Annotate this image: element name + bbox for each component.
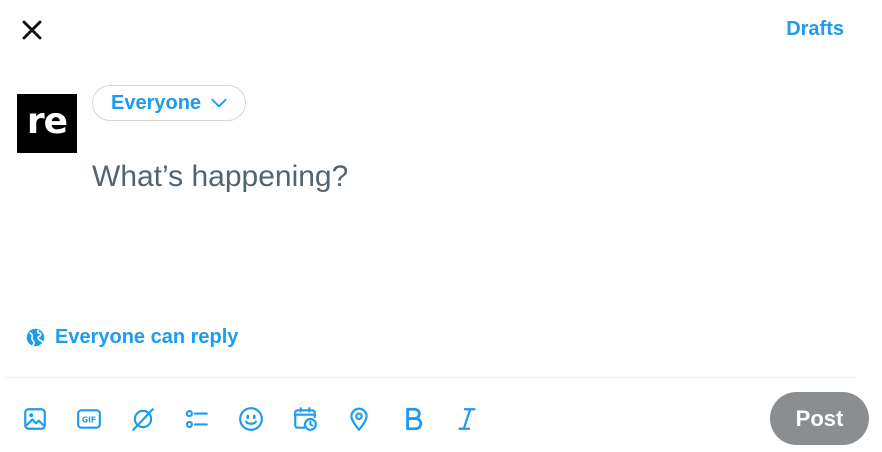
compose-toolbar: GIF (14, 398, 500, 440)
close-icon (22, 20, 42, 40)
emoji-button[interactable] (230, 398, 272, 440)
close-button[interactable] (16, 14, 48, 46)
gif-button[interactable]: GIF (68, 398, 110, 440)
schedule-icon (294, 407, 317, 431)
media-button[interactable] (14, 398, 56, 440)
reply-setting-label: Everyone can reply (55, 326, 239, 348)
location-button[interactable] (338, 398, 380, 440)
emoji-icon (239, 407, 263, 431)
bold-icon (406, 407, 423, 431)
reply-setting-button[interactable]: Everyone can reply (25, 326, 238, 349)
schedule-button[interactable] (284, 398, 326, 440)
grok-button[interactable] (122, 398, 164, 440)
bold-button[interactable] (392, 398, 434, 440)
drafts-button[interactable]: Drafts (786, 18, 844, 41)
compose-input[interactable] (92, 156, 832, 284)
post-button[interactable]: Post (770, 392, 869, 445)
chevron-down-icon (211, 98, 227, 108)
gif-icon: GIF (77, 409, 101, 429)
italic-button[interactable] (446, 398, 488, 440)
italic-icon (458, 408, 476, 430)
grok-icon (132, 408, 154, 431)
poll-icon (185, 410, 208, 428)
svg-text:GIF: GIF (82, 415, 96, 424)
divider (4, 377, 856, 378)
globe-icon (26, 328, 45, 347)
avatar: re (17, 94, 77, 153)
audience-selector[interactable]: Everyone (92, 85, 247, 121)
image-icon (24, 408, 46, 430)
audience-label: Everyone (111, 91, 202, 114)
poll-button[interactable] (176, 398, 218, 440)
location-icon (350, 407, 368, 431)
